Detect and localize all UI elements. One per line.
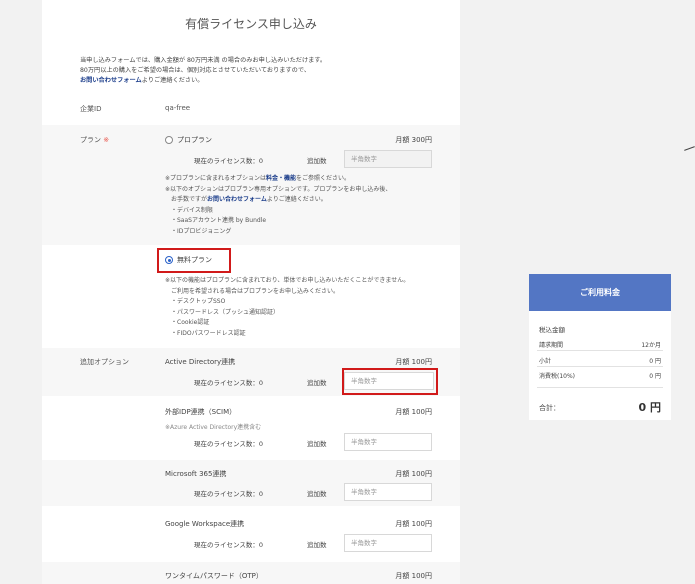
pro-plan-label: プロプラン bbox=[177, 136, 212, 144]
page-title: 有償ライセンス申し込み bbox=[185, 17, 317, 31]
scim-add-count-input[interactable]: 半角数字 bbox=[344, 433, 432, 451]
billing-period-value: 12か月 bbox=[641, 342, 661, 349]
pro-option-item: ・デバイス制限 bbox=[171, 206, 213, 214]
free-plan-radio[interactable] bbox=[165, 256, 173, 264]
free-plan-label: 無料プラン bbox=[177, 256, 212, 264]
pro-add-count-input[interactable]: 半角数字 bbox=[344, 150, 432, 168]
option-license-count: 現在のライセンス数：0 bbox=[194, 379, 264, 387]
option-name: Microsoft 365連携 bbox=[165, 470, 227, 478]
fee-card-title: ご利用料金 bbox=[529, 274, 671, 311]
option-price: 月額 100円 bbox=[395, 408, 432, 416]
free-plan-notes: ※以下の機能はプロプランに含まれており、単体でお申し込みいただくことができません… bbox=[165, 276, 455, 339]
contact-form-link[interactable]: お問い合わせフォーム bbox=[80, 77, 142, 84]
option-price: 月額 100円 bbox=[395, 520, 432, 528]
free-feature-item: ・パスワードレス（プッシュ通知認証） bbox=[171, 308, 280, 316]
required-mark: ※ bbox=[103, 136, 110, 144]
option-price: 月額 100円 bbox=[395, 358, 432, 366]
option-add-label: 追加数 bbox=[307, 440, 327, 448]
intro-line-3: お問い合わせフォームよりご連絡ください。 bbox=[80, 77, 204, 84]
option-subnote: ※Azure Active Directory連携含む bbox=[165, 424, 262, 431]
divider bbox=[537, 387, 663, 388]
option-license-count: 現在のライセンス数：0 bbox=[194, 490, 264, 498]
company-id-label: 企業ID bbox=[80, 105, 102, 113]
company-id-value: qa-free bbox=[165, 104, 191, 112]
free-feature-item: ・デスクトップSSO bbox=[171, 298, 226, 305]
tax-included-label: 税込金額 bbox=[539, 326, 565, 334]
gws-add-count-input[interactable]: 半角数字 bbox=[344, 534, 432, 552]
ad-input-highlight bbox=[342, 368, 438, 395]
divider bbox=[537, 366, 663, 367]
pro-license-count: 現在のライセンス数：0 bbox=[194, 157, 264, 165]
pro-plan-price: 月額 300円 bbox=[395, 136, 432, 144]
subtotal-value: 0 円 bbox=[649, 358, 661, 365]
option-add-label: 追加数 bbox=[307, 541, 327, 549]
option-price: 月額 100円 bbox=[395, 572, 432, 580]
fee-summary-card: ご利用料金 税込金額 請求期間 12か月 小計 0 円 消費税(10%) 0 円… bbox=[529, 274, 671, 420]
option-add-label: 追加数 bbox=[307, 379, 327, 387]
tax-label: 消費税(10%) bbox=[539, 373, 576, 380]
option-name: 外部IDP連携（SCIM） bbox=[165, 408, 237, 416]
divider bbox=[537, 350, 663, 351]
pro-option-item: ・SaaSアカウント連携 by Bundle bbox=[171, 217, 267, 224]
option-price: 月額 100円 bbox=[395, 470, 432, 478]
pricing-link[interactable]: 料金・機能 bbox=[266, 175, 296, 182]
pro-plan-notes: ※プロプランに含まれるオプションは料金・機能をご参照ください。 ※以下のオプショ… bbox=[165, 174, 455, 237]
m365-add-count-input[interactable]: 半角数字 bbox=[344, 483, 432, 501]
option-license-count: 現在のライセンス数：0 bbox=[194, 541, 264, 549]
tax-value: 0 円 bbox=[649, 373, 661, 380]
license-application-form: 有償ライセンス申し込み 当申し込みフォームでは、購入金額が 80万円未満 の場合… bbox=[42, 0, 460, 584]
subtotal-label: 小計 bbox=[539, 358, 552, 365]
contact-form-link-2[interactable]: お問い合わせフォーム bbox=[207, 196, 267, 203]
option-license-count: 現在のライセンス数：0 bbox=[194, 440, 264, 448]
option-name: Active Directory連携 bbox=[165, 358, 236, 366]
option-name: Google Workspace連携 bbox=[165, 520, 245, 528]
intro-line-2: 80万円以上の購入をご希望の場合は、個別対応とさせていただいておりますので、 bbox=[80, 67, 311, 74]
total-value: 0 円 bbox=[638, 401, 661, 414]
billing-period-label: 請求期間 bbox=[539, 342, 564, 349]
free-feature-item: ・Cookie認証 bbox=[171, 319, 210, 326]
options-label: 追加オプション bbox=[80, 358, 129, 366]
option-name: ワンタイムパスワード（OTP） bbox=[165, 572, 263, 580]
total-label: 合計： bbox=[539, 404, 560, 412]
intro-line-1: 当申し込みフォームでは、購入金額が 80万円未満 の場合のみお申し込みいただけま… bbox=[80, 57, 327, 64]
free-feature-item: ・FIDOパスワードレス認証 bbox=[171, 329, 246, 337]
pro-plan-radio[interactable] bbox=[165, 136, 173, 144]
pro-add-label: 追加数 bbox=[307, 157, 327, 165]
pro-option-item: ・IDプロビジョニング bbox=[171, 227, 232, 235]
decorative-line bbox=[684, 146, 695, 151]
plan-label: プラン ※ bbox=[80, 136, 110, 144]
intro-text: 当申し込みフォームでは、購入金額が 80万円未満 の場合のみお申し込みいただけま… bbox=[80, 56, 450, 86]
option-add-label: 追加数 bbox=[307, 490, 327, 498]
